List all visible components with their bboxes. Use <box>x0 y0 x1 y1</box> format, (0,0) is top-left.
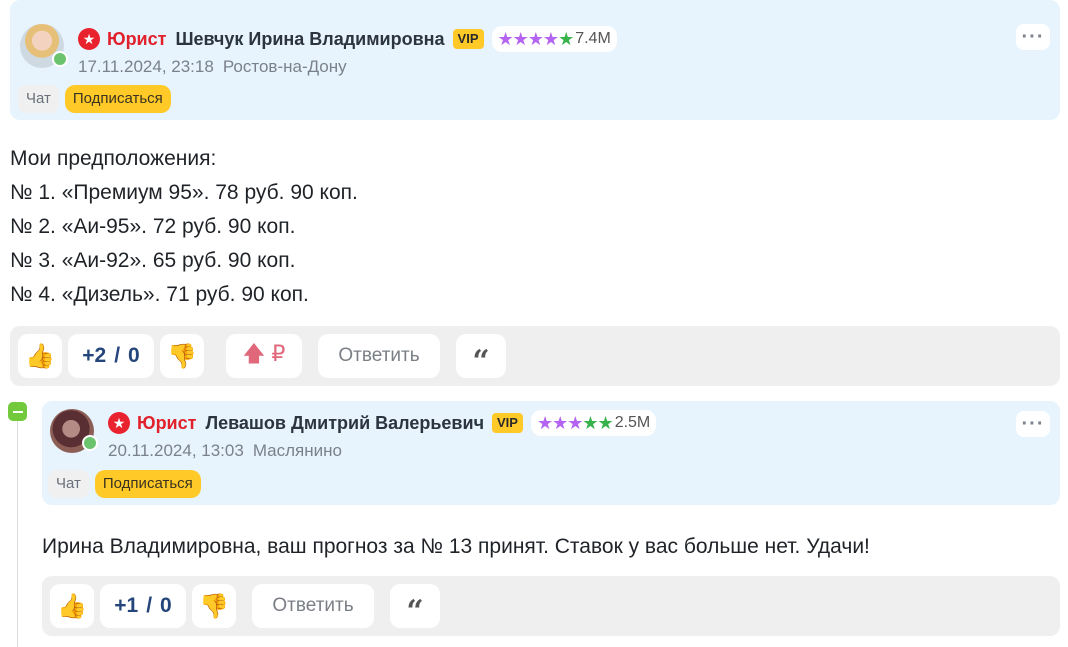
author-role: Юрист <box>137 412 197 433</box>
subscribe-button[interactable]: Подписаться <box>94 470 201 498</box>
comment-header: ★ Юрист Левашов Дмитрий Валерьевич VIP ★… <box>42 401 1060 505</box>
rating-badge: ★★★★★ 7.4M <box>491 26 617 52</box>
red-star-badge-icon: ★ <box>78 28 100 50</box>
text-line: № 2. «Аи-95». 72 руб. 90 коп. <box>10 215 296 238</box>
thumbs-down-icon[interactable]: 👍 <box>192 584 236 628</box>
vip-badge: VIP <box>452 29 484 49</box>
comment-location: Маслянино <box>252 441 342 460</box>
rating-value: 2.5M <box>614 414 651 431</box>
comment-actions-bar: 👍 +1 / 0 👍 Ответить “ <box>42 576 1060 636</box>
author-name[interactable]: Шевчук Ирина Владимировна <box>175 29 444 50</box>
vip-badge: VIP <box>492 413 523 433</box>
text-line: № 1. «Премиум 95». 78 руб. 90 коп. <box>10 181 358 204</box>
comment-actions-bar: 👍 +2 / 0 👍 🡅 ₽ Ответить “ <box>10 326 1060 386</box>
comment-header: ★ Юрист Шевчук Ирина Владимировна VIP ★★… <box>10 0 1060 120</box>
thumbs-up-icon[interactable]: 👍 <box>50 584 94 628</box>
comment-2: ★ Юрист Левашов Дмитрий Валерьевич VIP ★… <box>42 401 1060 636</box>
comment-text: Ирина Владимировна, ваш прогноз за № 13 … <box>42 535 870 558</box>
comment-1: ★ Юрист Шевчук Ирина Владимировна VIP ★★… <box>10 0 1060 386</box>
thread-line <box>17 410 18 647</box>
text-line: Мои предположения: <box>10 147 217 170</box>
online-indicator <box>52 51 68 67</box>
reply-button[interactable]: Ответить <box>252 584 374 628</box>
thumbs-down-icon[interactable]: 👍 <box>160 334 204 378</box>
author-row: ★ Юрист Шевчук Ирина Владимировна VIP ★★… <box>78 26 617 52</box>
rating-stars: ★★★★★ <box>536 412 614 433</box>
quote-icon[interactable]: “ <box>390 584 440 629</box>
author-actions: Чат Подписаться <box>48 470 201 498</box>
score-separator: / <box>114 344 121 367</box>
collapse-minus-icon[interactable] <box>8 402 27 421</box>
rating-stars: ★★★★★ <box>497 28 575 49</box>
rating-value: 7.4M <box>575 30 611 47</box>
score-down: 0 <box>128 344 140 367</box>
author-actions: Чат Подписаться <box>18 85 171 113</box>
chat-button[interactable]: Чат <box>18 85 59 113</box>
text-line: № 4. «Дизель». 71 руб. 90 коп. <box>10 283 309 306</box>
chat-button[interactable]: Чат <box>48 470 89 498</box>
score-separator: / <box>146 594 153 617</box>
quote-icon[interactable]: “ <box>456 334 506 379</box>
author-name[interactable]: Левашов Дмитрий Валерьевич <box>205 413 484 434</box>
subscribe-button[interactable]: Подписаться <box>64 85 171 113</box>
comment-meta: 17.11.2024, 23:18 Ростов-на-Дону <box>78 57 347 77</box>
online-indicator <box>82 435 98 451</box>
thumbs-up-icon[interactable]: 👍 <box>18 334 62 378</box>
author-row: ★ Юрист Левашов Дмитрий Валерьевич VIP ★… <box>108 410 657 436</box>
text-line: № 3. «Аи-92». 65 руб. 90 коп. <box>10 249 296 272</box>
score-down: 0 <box>160 594 172 617</box>
comment-text: Мои предположения: № 1. «Премиум 95». 78… <box>10 142 358 312</box>
score-up: +1 <box>114 594 139 617</box>
comment-date: 17.11.2024, 23:18 <box>78 57 214 76</box>
vote-score: +2 / 0 <box>68 334 154 378</box>
vote-score: +1 / 0 <box>100 584 186 628</box>
reply-button[interactable]: Ответить <box>318 334 440 378</box>
more-dots-icon[interactable]: ··· <box>1016 24 1050 50</box>
more-dots-icon[interactable]: ··· <box>1016 411 1050 437</box>
author-role: Юрист <box>107 28 167 49</box>
upvote-ruble-icon[interactable]: 🡅 ₽ <box>226 334 302 378</box>
comment-date: 20.11.2024, 13:03 <box>108 441 244 460</box>
rating-badge: ★★★★★ 2.5M <box>530 410 657 436</box>
score-up: +2 <box>82 344 107 367</box>
comment-location: Ростов-на-Дону <box>222 57 347 76</box>
comment-meta: 20.11.2024, 13:03 Маслянино <box>108 441 342 461</box>
red-star-badge-icon: ★ <box>108 412 130 434</box>
